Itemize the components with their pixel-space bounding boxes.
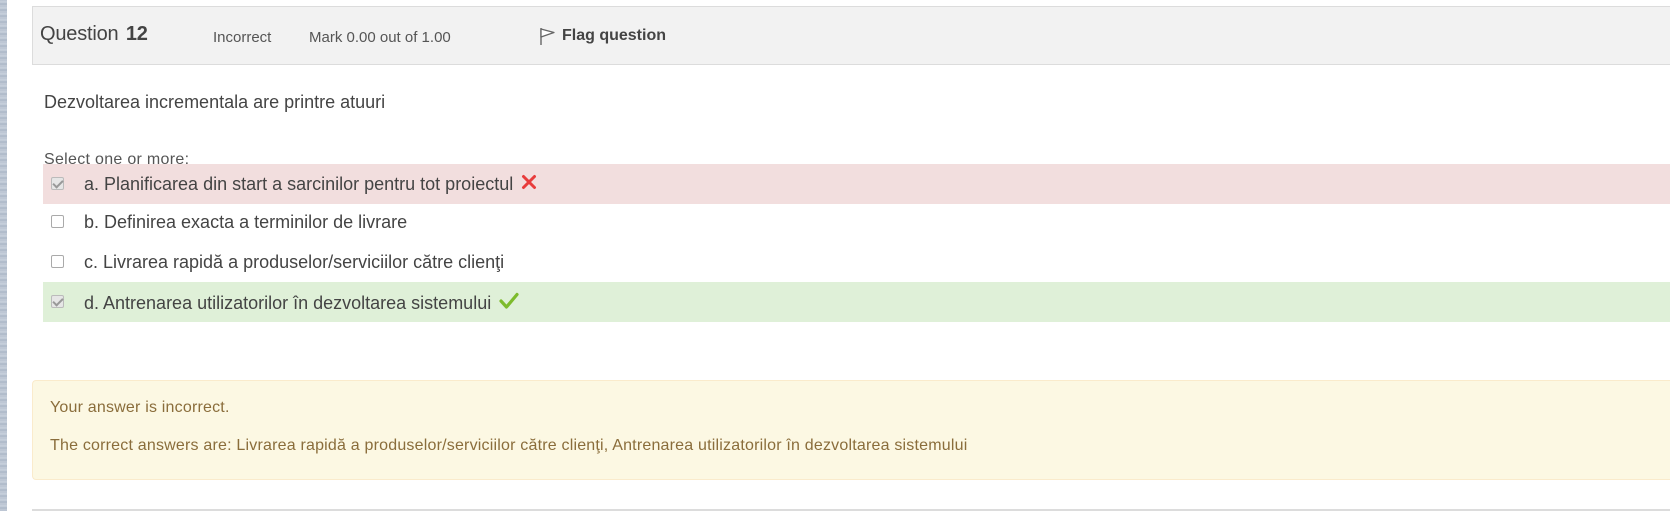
flag-icon — [538, 26, 556, 46]
answer-label-d: d. Antrenarea utilizatorilor în dezvolta… — [84, 292, 519, 315]
answer-checkbox-b[interactable] — [51, 215, 64, 228]
question-state: Incorrect — [213, 29, 272, 46]
feedback-panel: Your answer is incorrect. The correct an… — [32, 380, 1670, 480]
question-grade: Mark 0.00 out of 1.00 — [309, 29, 451, 46]
question-title-prefix: Question — [40, 23, 119, 45]
feedback-correct-answers: The correct answers are: Livrarea rapidă… — [50, 437, 968, 454]
answer-text-a: a. Planificarea din start a sarcinilor p… — [84, 174, 514, 194]
answer-checkbox-c[interactable] — [51, 255, 64, 268]
flag-question-button[interactable]: Flag question — [538, 26, 666, 46]
answer-text-b: b. Definirea exacta a terminilor de livr… — [84, 212, 408, 232]
window-edge — [0, 0, 7, 511]
answer-option-c: c. Livrarea rapidă a produselor/servicii… — [43, 242, 1670, 282]
answer-text-c: c. Livrarea rapidă a produselor/servicii… — [84, 252, 505, 272]
question-title: Question 12 — [40, 23, 148, 46]
answer-option-d: d. Antrenarea utilizatorilor în dezvolta… — [43, 282, 1670, 322]
feedback-result: Your answer is incorrect. — [50, 399, 230, 416]
question-text: Dezvoltarea incrementala are printre atu… — [44, 92, 386, 112]
cross-icon — [521, 174, 537, 195]
answer-text-d: d. Antrenarea utilizatorilor în dezvolta… — [84, 293, 492, 313]
answer-label-a: a. Planificarea din start a sarcinilor p… — [84, 174, 537, 195]
answer-label-c: c. Livrarea rapidă a produselor/servicii… — [84, 252, 504, 273]
check-icon — [499, 292, 519, 315]
answer-option-a: a. Planificarea din start a sarcinilor p… — [43, 164, 1670, 204]
flag-question-label: Flag question — [562, 27, 666, 44]
question-number: 12 — [125, 23, 148, 45]
answer-checkbox-d[interactable] — [51, 295, 64, 308]
answer-option-b: b. Definirea exacta a terminilor de livr… — [43, 202, 1670, 242]
answer-label-b: b. Definirea exacta a terminilor de livr… — [84, 212, 407, 233]
question-info-bar: Question 12 Incorrect Mark 0.00 out of 1… — [32, 6, 1670, 65]
answer-checkbox-a[interactable] — [51, 177, 64, 190]
